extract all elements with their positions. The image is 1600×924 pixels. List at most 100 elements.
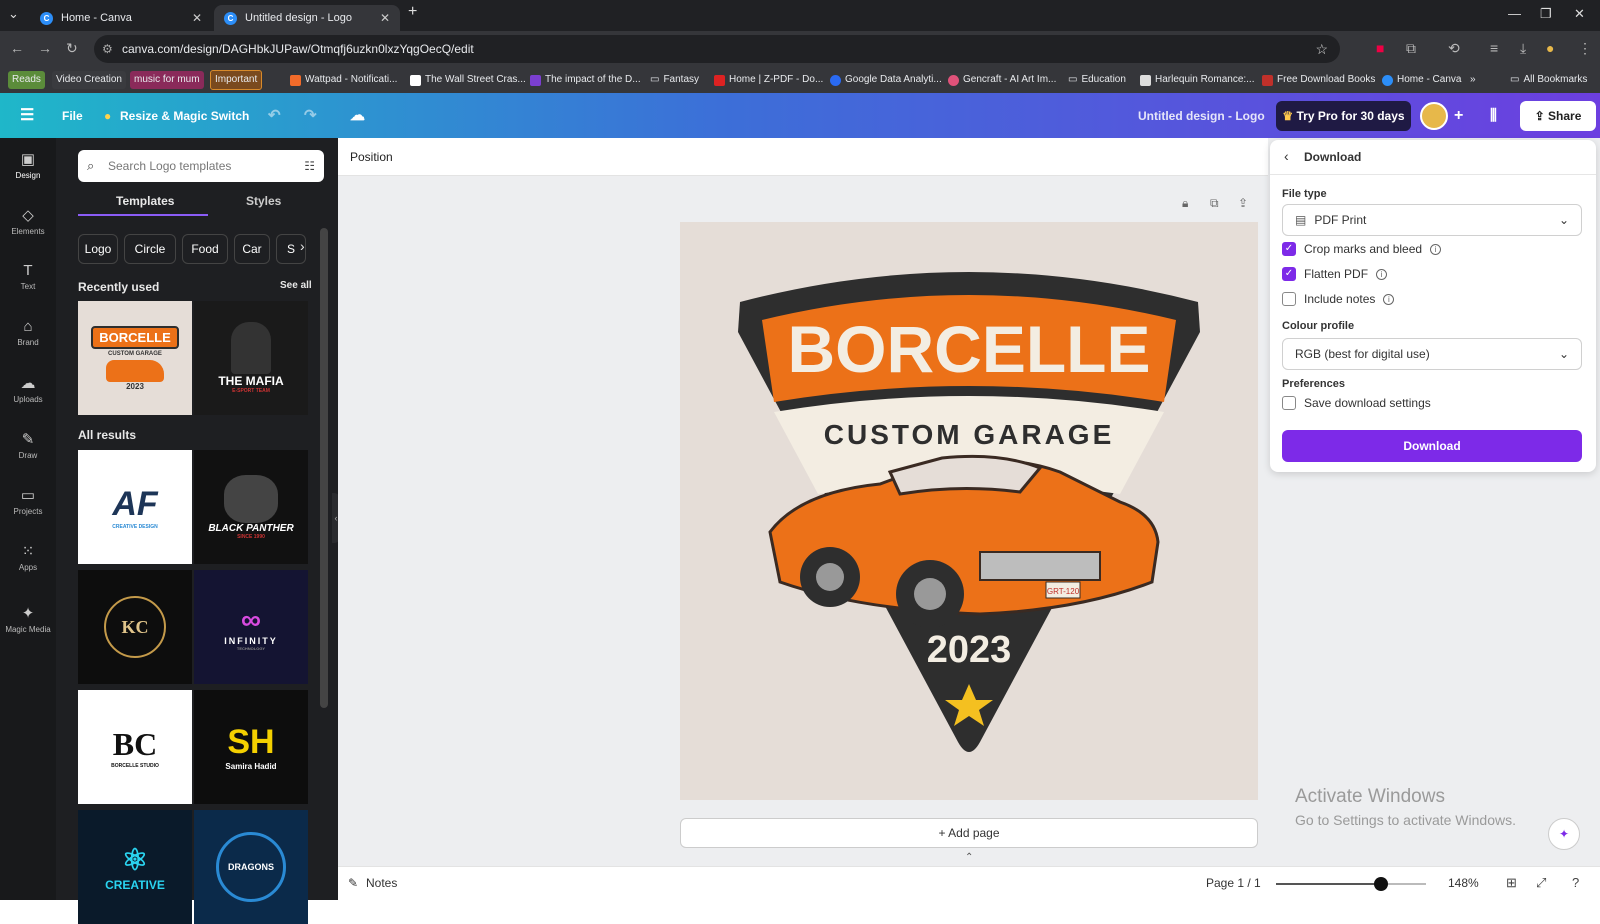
- design-artboard[interactable]: BORCELLE CUSTOM GARAGE GRT-120 2023: [680, 222, 1258, 800]
- more-bookmarks-icon[interactable]: »: [1470, 71, 1476, 89]
- download-button[interactable]: Download: [1282, 430, 1582, 462]
- insights-icon[interactable]: ⫼: [1490, 103, 1497, 129]
- resize-button[interactable]: Resize & Magic Switch: [120, 103, 249, 129]
- rail-text[interactable]: T Text: [0, 262, 56, 291]
- tab-styles[interactable]: Styles: [246, 194, 281, 208]
- info-icon[interactable]: i: [1383, 293, 1395, 305]
- template-thumbnail[interactable]: ⚛ CREATIVE: [78, 810, 192, 924]
- panel-scrollbar[interactable]: [320, 228, 328, 708]
- reload-icon[interactable]: ↻: [66, 40, 78, 57]
- grid-view-icon[interactable]: ⊞: [1506, 875, 1517, 891]
- address-bar[interactable]: ⚙ canva.com/design/DAGHbkJUPaw/Otmqfj6uz…: [94, 35, 1340, 63]
- info-icon[interactable]: i: [1430, 243, 1442, 255]
- template-thumbnail[interactable]: BC BORCELLE STUDIO: [78, 690, 192, 804]
- cloud-save-icon[interactable]: ☁: [350, 103, 365, 129]
- bookmark-item[interactable]: Home | Z-PDF - Do...: [714, 71, 823, 89]
- checkbox-unchecked[interactable]: [1282, 396, 1296, 410]
- magic-assistant-icon[interactable]: ✦: [1548, 818, 1580, 850]
- bookmark-item[interactable]: Google Data Analyti...: [830, 71, 942, 89]
- try-pro-button[interactable]: ♛ Try Pro for 30 days: [1276, 101, 1411, 131]
- rail-apps[interactable]: ⁙ Apps: [0, 542, 56, 572]
- fullscreen-icon[interactable]: ⤢: [1536, 875, 1546, 891]
- bookmark-item[interactable]: Reads: [8, 71, 45, 89]
- template-thumbnail[interactable]: BLACK PANTHER SINCE 1990: [194, 450, 308, 564]
- bookmark-folder[interactable]: ▭ Education: [1068, 71, 1126, 89]
- close-tab-icon[interactable]: ✕: [380, 11, 390, 25]
- page-counter[interactable]: Page 1 / 1: [1206, 876, 1261, 890]
- chevron-up-icon[interactable]: ⌃: [965, 852, 973, 863]
- zoom-slider-thumb[interactable]: [1374, 877, 1388, 891]
- template-thumbnail[interactable]: THE MAFIA E-SPORT TEAM: [194, 301, 308, 415]
- bookmark-item[interactable]: Wattpad - Notificati...: [290, 71, 397, 89]
- history-icon[interactable]: ⟲: [1448, 40, 1460, 57]
- template-thumbnail[interactable]: BORCELLE CUSTOM GARAGE 2023: [78, 301, 192, 415]
- checkbox-checked[interactable]: ✓: [1282, 242, 1296, 256]
- info-icon[interactable]: i: [1376, 268, 1388, 280]
- file-type-select[interactable]: ▤ PDF Print ⌄: [1282, 204, 1582, 236]
- chip-logo[interactable]: Logo: [78, 234, 118, 264]
- rail-magic-media[interactable]: ✦ Magic Media: [0, 604, 56, 634]
- bookmark-star-icon[interactable]: ☆: [1315, 35, 1328, 63]
- share-page-icon[interactable]: ⇪: [1238, 196, 1248, 210]
- chip-circle[interactable]: Circle: [124, 234, 176, 264]
- bookmark-item[interactable]: The Wall Street Cras...: [410, 71, 526, 89]
- lock-icon[interactable]: 🔒︎: [1182, 196, 1188, 211]
- position-button[interactable]: Position: [350, 150, 393, 164]
- close-window-icon[interactable]: ✕: [1574, 6, 1585, 22]
- template-thumbnail[interactable]: AF CREATIVE DESIGN: [78, 450, 192, 564]
- search-input[interactable]: ⌕ Search Logo templates ☷: [78, 150, 324, 182]
- tab-templates[interactable]: Templates: [116, 194, 174, 208]
- forward-icon[interactable]: →: [38, 40, 52, 56]
- rail-projects[interactable]: ▭ Projects: [0, 486, 56, 516]
- redo-icon[interactable]: ↷: [304, 103, 317, 129]
- menu-icon[interactable]: ⋮: [1578, 40, 1592, 57]
- template-thumbnail[interactable]: ∞ INFINITY TECHNOLOGY: [194, 570, 308, 684]
- bookmark-item[interactable]: Harlequin Romance:...: [1140, 71, 1255, 89]
- checkbox-checked[interactable]: ✓: [1282, 267, 1296, 281]
- undo-icon[interactable]: ↶: [268, 103, 281, 129]
- maximize-icon[interactable]: ❐: [1540, 6, 1552, 22]
- filter-icon[interactable]: ☷: [304, 150, 315, 182]
- main-menu-icon[interactable]: ☰: [20, 103, 34, 129]
- include-notes-checkbox[interactable]: Include notes i: [1282, 292, 1395, 306]
- adblock-icon[interactable]: ■: [1376, 40, 1384, 56]
- share-button[interactable]: ⇪ Share: [1520, 101, 1596, 131]
- bookmark-item[interactable]: Free Download Books: [1262, 71, 1375, 89]
- rail-design[interactable]: ▣ Design: [0, 150, 56, 180]
- bookmark-item[interactable]: Video Creation: [52, 71, 126, 89]
- add-collaborator-icon[interactable]: +: [1454, 103, 1463, 129]
- see-all-link[interactable]: See all: [280, 280, 312, 291]
- flatten-pdf-checkbox[interactable]: ✓ Flatten PDF i: [1282, 267, 1388, 281]
- bookmark-item[interactable]: Home - Canva: [1382, 71, 1461, 89]
- media-icon[interactable]: ≡: [1490, 40, 1498, 56]
- template-thumbnail[interactable]: KC: [78, 570, 192, 684]
- crop-marks-checkbox[interactable]: ✓ Crop marks and bleed i: [1282, 242, 1442, 256]
- zoom-level[interactable]: 148%: [1448, 876, 1479, 890]
- design-title[interactable]: Untitled design - Logo: [1138, 103, 1265, 129]
- chip-car[interactable]: Car: [234, 234, 270, 264]
- browser-tab-home[interactable]: C Home - Canva ✕: [30, 5, 212, 31]
- logo-graphic[interactable]: BORCELLE CUSTOM GARAGE GRT-120 2023: [680, 222, 1258, 800]
- template-thumbnail[interactable]: SH Samira Hadid: [194, 690, 308, 804]
- add-page-button[interactable]: + Add page: [680, 818, 1258, 848]
- help-icon[interactable]: ?: [1572, 875, 1579, 890]
- extensions-icon[interactable]: ⧉: [1406, 40, 1416, 57]
- template-thumbnail[interactable]: DRAGONS: [194, 810, 308, 924]
- avatar[interactable]: [1420, 102, 1448, 130]
- bookmark-item[interactable]: Gencraft - AI Art Im...: [948, 71, 1056, 89]
- chevron-right-icon[interactable]: ›: [300, 238, 305, 254]
- bookmark-folder[interactable]: ▭ Fantasy: [650, 71, 699, 89]
- profile-avatar-icon[interactable]: ●: [1546, 40, 1554, 56]
- checkbox-unchecked[interactable]: [1282, 292, 1296, 306]
- minimize-icon[interactable]: —: [1508, 6, 1521, 21]
- rail-uploads[interactable]: ☁ Uploads: [0, 374, 56, 404]
- rail-brand[interactable]: ⌂ Brand: [0, 318, 56, 347]
- back-arrow-icon[interactable]: ‹: [1284, 148, 1289, 164]
- bookmark-folder[interactable]: ▭ All Bookmarks: [1510, 71, 1587, 89]
- bookmark-item[interactable]: music for mum: [130, 71, 204, 89]
- bookmark-item[interactable]: Important: [210, 70, 263, 90]
- bookmark-item[interactable]: The impact of the D...: [530, 71, 641, 89]
- notes-button[interactable]: Notes: [366, 876, 397, 890]
- download-icon[interactable]: ⤓: [1520, 40, 1526, 57]
- back-icon[interactable]: ←: [10, 40, 24, 56]
